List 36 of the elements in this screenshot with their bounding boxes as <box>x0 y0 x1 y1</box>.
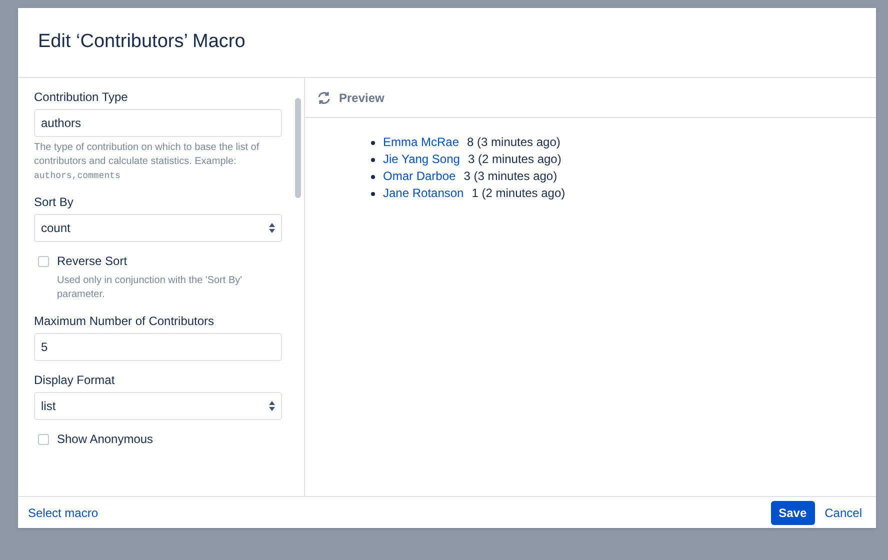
contributor-link[interactable]: Jie Yang Song <box>383 151 460 168</box>
scrollbar-thumb[interactable] <box>295 98 301 198</box>
select-field[interactable]: count <box>34 214 282 242</box>
dialog-title: Edit ‘Contributors’ Macro <box>38 30 246 54</box>
input-field[interactable]: 5 <box>34 333 282 361</box>
preview-heading: Preview <box>339 90 384 106</box>
select-macro-link[interactable]: Select macro <box>28 504 98 522</box>
select-field[interactable]: list <box>34 392 282 420</box>
checkbox-label[interactable]: Show Anonymous <box>57 430 154 448</box>
bullet-icon <box>371 192 375 196</box>
checkbox[interactable] <box>38 434 49 444</box>
cancel-button[interactable]: Cancel <box>820 500 866 524</box>
save-button[interactable]: Save <box>770 500 815 524</box>
updown-caret-icon <box>269 401 275 411</box>
help-text: The type of contribution on which to base the list of contributors and calculate statistics. Example: <box>34 141 260 169</box>
contributor-link[interactable]: Jane Rotanson <box>383 185 464 202</box>
contribution-count: 1 (2 minutes ago) <box>472 185 566 202</box>
checkbox[interactable] <box>38 256 49 266</box>
contribution-count: 3 (2 minutes ago) <box>468 151 562 168</box>
help-text: Used only in conjunction with the 'Sort By' parameter. <box>56 274 244 302</box>
contributor-link[interactable]: Omar Darboe <box>383 168 456 185</box>
updown-caret-icon <box>269 223 275 233</box>
checkbox-label[interactable]: Reverse Sort <box>57 252 128 270</box>
field-label: Sort By <box>34 194 74 211</box>
field-label: Maximum Number of Contributors <box>34 313 216 330</box>
input-field[interactable]: authors <box>34 109 282 137</box>
code-example: authors,comments <box>34 170 122 183</box>
field-label: Display Format <box>34 372 116 389</box>
bullet-icon <box>371 158 375 162</box>
contribution-count: 8 (3 minutes ago) <box>467 134 560 151</box>
contribution-count: 3 (3 minutes ago) <box>464 168 558 185</box>
field-label: Contribution Type <box>34 89 129 106</box>
refresh-icon[interactable] <box>317 90 331 104</box>
contributor-link[interactable]: Emma McRae <box>383 134 460 151</box>
bullet-icon <box>371 174 375 178</box>
bullet-icon <box>371 140 375 144</box>
